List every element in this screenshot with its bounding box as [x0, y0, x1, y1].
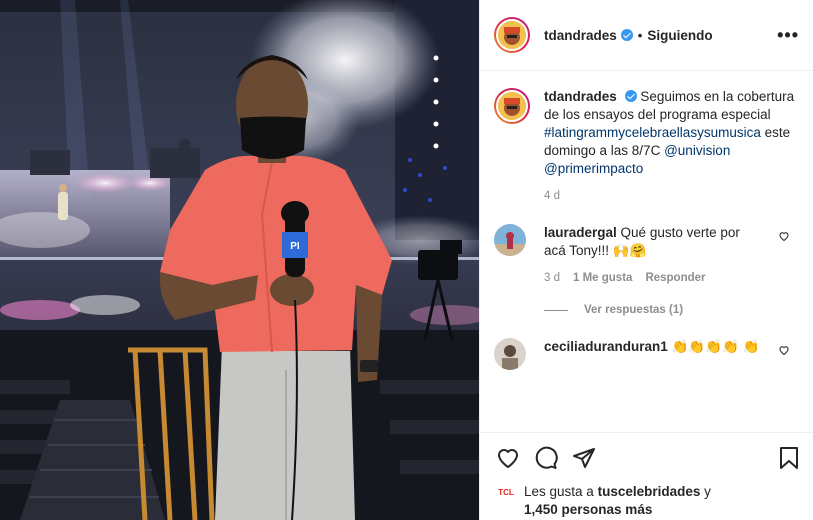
- more-options-icon[interactable]: •••: [777, 25, 799, 46]
- comments-list[interactable]: tdandrades Seguimos en la cobertura de l…: [480, 72, 813, 432]
- like-heart-icon[interactable]: [496, 446, 520, 470]
- caption-mention-univision[interactable]: @univision: [664, 143, 730, 158]
- avatar-image: [494, 338, 526, 370]
- author-username[interactable]: tdandrades: [544, 28, 617, 43]
- like-comment-heart-icon[interactable]: [778, 344, 790, 356]
- action-icons: [496, 445, 800, 471]
- caption-hashtag-link[interactable]: #latingrammycelebraellasysumusica: [544, 125, 761, 140]
- post-actions: TCL Les gusta a tuscelebridades y 1,450 …: [480, 432, 813, 519]
- share-paper-plane-icon[interactable]: [572, 446, 596, 470]
- likes-text: Les gusta a tuscelebridades y 1,450 pers…: [524, 483, 711, 519]
- comment-item: ceciliaduranduran1 👏👏👏👏 👏: [494, 338, 800, 370]
- caption-author[interactable]: tdandrades: [544, 89, 617, 104]
- likes-count[interactable]: 1,450 personas más: [524, 502, 652, 517]
- avatar-image: [494, 224, 526, 256]
- post-side-panel: tdandrades • Siguiendo ••• tdandrades Se…: [479, 0, 813, 520]
- avatar-image: [498, 21, 526, 49]
- reply-button[interactable]: Responder: [645, 272, 705, 284]
- liker-avatar[interactable]: TCL: [496, 483, 516, 503]
- comment-bubble-icon[interactable]: [534, 446, 558, 470]
- likes-prefix: Les gusta a: [524, 484, 594, 499]
- comment-author[interactable]: lauradergal: [544, 225, 617, 240]
- follow-status-button[interactable]: Siguiendo: [647, 28, 712, 43]
- verified-badge-icon: [620, 29, 633, 41]
- comment-likes[interactable]: 1 Me gusta: [573, 272, 632, 284]
- comment-text: lauradergal Qué gusto verte por acá Tony…: [544, 224, 764, 260]
- caption-age[interactable]: 4 d: [544, 190, 800, 202]
- like-comment-heart-icon[interactable]: [778, 230, 790, 242]
- avatar-image: [498, 92, 526, 120]
- separator-dot: •: [637, 27, 643, 43]
- caption: tdandrades Seguimos en la cobertura de l…: [494, 88, 800, 178]
- caption-text: tdandrades Seguimos en la cobertura de l…: [544, 88, 796, 178]
- view-replies-button[interactable]: Ver respuestas (1): [544, 304, 800, 316]
- commenter-avatar[interactable]: [494, 338, 526, 370]
- likes-suffix: y: [704, 484, 711, 499]
- post-modal: PI tdandrades • Siguiendo ••• tdandrades…: [0, 0, 813, 520]
- caption-mention-primerimpacto[interactable]: @primerimpacto: [544, 161, 643, 176]
- comment-body: 👏👏👏👏 👏: [671, 339, 760, 354]
- comment-author[interactable]: ceciliaduranduran1: [544, 339, 668, 354]
- verified-badge-icon: [624, 90, 637, 102]
- post-photo[interactable]: PI: [0, 0, 479, 520]
- comment-text: ceciliaduranduran1 👏👏👏👏 👏: [544, 338, 764, 370]
- likes-summary: TCL Les gusta a tuscelebridades y 1,450 …: [496, 483, 800, 519]
- liker-username[interactable]: tuscelebridades: [598, 484, 701, 499]
- view-replies-label: Ver respuestas (1): [584, 304, 684, 316]
- author-avatar[interactable]: [494, 17, 530, 53]
- comment-meta: 3 d 1 Me gusta Responder: [544, 272, 800, 284]
- post-header: tdandrades • Siguiendo •••: [480, 0, 813, 71]
- photo-illustration: PI: [0, 0, 479, 520]
- replies-divider: [544, 309, 568, 311]
- comment-age[interactable]: 3 d: [544, 272, 560, 284]
- comment-item: lauradergal Qué gusto verte por acá Tony…: [494, 224, 800, 260]
- svg-text:PI: PI: [290, 241, 300, 252]
- commenter-avatar[interactable]: [494, 224, 526, 256]
- save-bookmark-icon[interactable]: [778, 446, 800, 470]
- caption-author-avatar[interactable]: [494, 88, 530, 124]
